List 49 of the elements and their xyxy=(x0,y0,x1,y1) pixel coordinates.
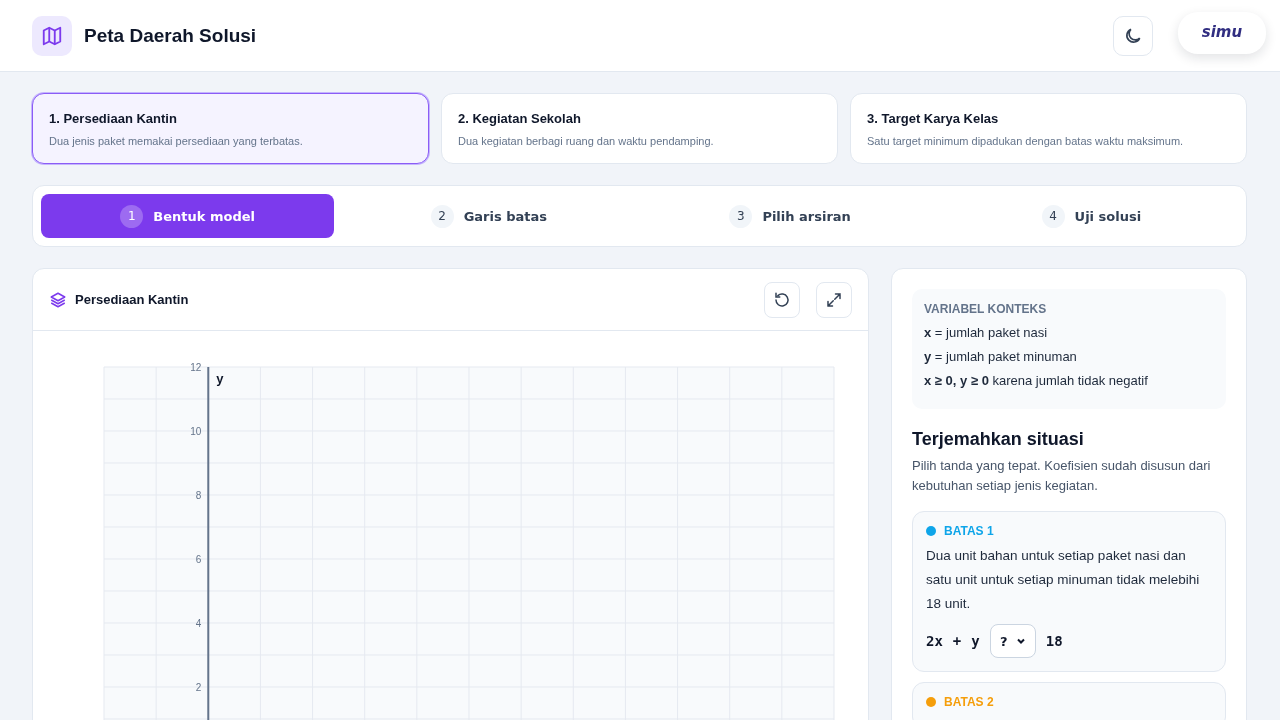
axis-tick-label: 4 xyxy=(195,618,202,629)
constraint-label: BATAS 2 xyxy=(944,695,994,709)
equation-term: 2x xyxy=(926,633,943,649)
variable-definition: y = jumlah paket minuman xyxy=(924,348,1078,366)
scenario-title: 2. Kegiatan Sekolah xyxy=(458,111,582,126)
axis-tick-label: 2 xyxy=(195,682,202,693)
scenario-description: Dua kegiatan berbagi ruang dan waktu pendamping. xyxy=(458,135,715,147)
variable-definition: x = jumlah paket nasi xyxy=(924,324,1049,342)
step-tab[interactable]: 3 Pilih arsiran xyxy=(643,194,937,238)
sign-select[interactable]: ? xyxy=(989,624,1036,658)
rotate-icon xyxy=(773,290,791,309)
scenario-card[interactable]: 1. Persediaan Kantin Dua jenis paket memakai persediaan yang terbatas. xyxy=(32,93,429,164)
theme-toggle-button[interactable] xyxy=(1113,15,1153,56)
scenario-title: 3. Target Karya Kelas xyxy=(867,111,1000,126)
section-heading: Terjemahkan situasi xyxy=(912,429,1085,450)
step-tab[interactable]: 2 Garis batas xyxy=(342,194,636,238)
scenario-card[interactable]: 2. Kegiatan Sekolah Dua kegiatan berbagi ruang dan waktu pendamping. xyxy=(441,93,838,164)
expand-icon xyxy=(825,290,843,309)
step-number: 2 xyxy=(430,204,454,228)
axis-label: y xyxy=(216,371,224,386)
axis-tick-label: 10 xyxy=(190,426,202,437)
scenario-title: 1. Persediaan Kantin xyxy=(49,111,178,126)
equation-term: 18 xyxy=(1045,633,1063,649)
variable-definition: x ≥ 0, y ≥ 0 karena jumlah tidak negatif xyxy=(924,372,1149,390)
equation-term: + xyxy=(952,633,962,649)
panel-title: Persediaan Kantin xyxy=(75,292,190,307)
axis-tick-label: 12 xyxy=(190,362,202,373)
step-tab[interactable]: 4 Uji solusi xyxy=(944,194,1238,238)
scenario-description: Satu target minimum dipadukan dengan batas waktu maksimum. xyxy=(867,135,1185,147)
fullscreen-button[interactable] xyxy=(816,281,852,318)
section-description: Pilih tanda yang tepat. Koefisien sudah disusun dari kebutuhan setiap jenis kegiatan. xyxy=(912,457,1212,495)
constraint-text: Dua unit bahan untuk setiap paket nasi dan satu unit untuk setiap minuman tidak melebihi 18 unit. xyxy=(926,547,1201,613)
step-number: 4 xyxy=(1041,204,1065,228)
map-icon xyxy=(41,24,63,47)
scenario-description: Dua jenis paket memakai persediaan yang terbatas. xyxy=(49,135,304,147)
chevron-down-icon xyxy=(1015,636,1026,646)
axis-tick-label: 8 xyxy=(195,490,202,501)
axis-tick-label: 6 xyxy=(195,554,202,565)
equation-term: y xyxy=(971,633,980,649)
context-heading: VARIABEL KONTEKS xyxy=(924,302,1048,316)
layers-icon xyxy=(49,290,67,309)
step-number: 3 xyxy=(729,204,753,228)
reset-button[interactable] xyxy=(764,281,800,318)
brand-logo[interactable]: simu xyxy=(1178,12,1266,54)
scenario-card[interactable]: 3. Target Karya Kelas Satu target minimum dipadukan dengan batas waktu maksimum. xyxy=(850,93,1247,164)
constraint-label: BATAS 1 xyxy=(944,524,994,538)
app-title: Peta Daerah Solusi xyxy=(84,24,258,47)
step-tab[interactable]: 1 Bentuk model xyxy=(41,194,335,238)
step-number: 1 xyxy=(120,204,144,228)
